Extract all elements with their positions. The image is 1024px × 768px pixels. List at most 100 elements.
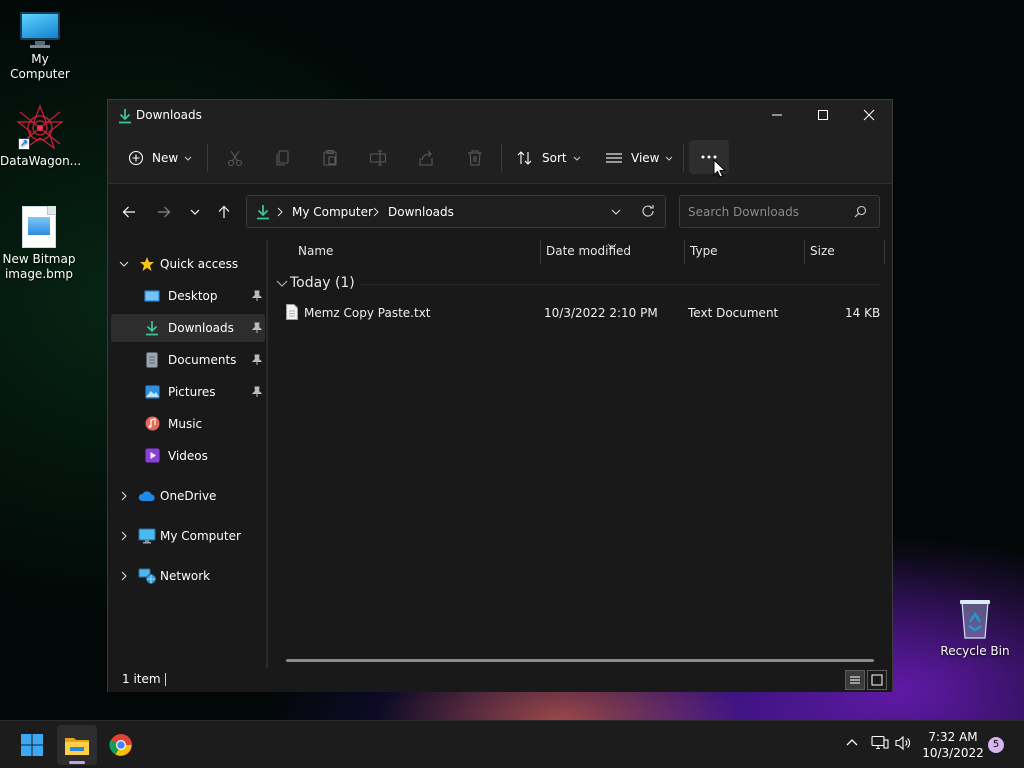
column-separator[interactable] bbox=[684, 240, 685, 264]
desktop-icon-recycle-bin[interactable]: Recycle Bin bbox=[935, 598, 1015, 659]
taskbar: 7:32 AM 10/3/2022 5 bbox=[0, 720, 1024, 768]
sort-button-label: Sort bbox=[542, 151, 567, 165]
sidebar-item-desktop[interactable]: Desktop bbox=[111, 282, 265, 310]
desktop-folder-icon bbox=[144, 289, 160, 306]
status-divider bbox=[165, 673, 166, 686]
chevron-down-icon bbox=[190, 209, 200, 215]
desktop-icon-datawagon[interactable]: ↗ DataWagon... bbox=[0, 104, 81, 169]
cut-button[interactable] bbox=[226, 142, 244, 174]
close-button[interactable] bbox=[846, 100, 892, 130]
clock[interactable]: 7:32 AM 10/3/2022 bbox=[918, 729, 988, 761]
network-status-button[interactable] bbox=[871, 735, 889, 754]
file-size: 14 KB bbox=[845, 306, 881, 320]
sidebar-item-quick-access[interactable]: Quick access bbox=[111, 250, 265, 278]
sort-button[interactable]: Sort bbox=[516, 142, 582, 174]
column-header-name[interactable]: Name bbox=[298, 244, 333, 268]
show-hidden-icons-button[interactable] bbox=[845, 735, 859, 752]
pin-icon bbox=[251, 386, 263, 401]
sidebar-item-onedrive[interactable]: OneDrive bbox=[111, 482, 265, 510]
window-title: Downloads bbox=[136, 108, 202, 122]
breadcrumb-my-computer[interactable]: My Computer bbox=[292, 205, 373, 219]
delete-button[interactable] bbox=[466, 142, 484, 174]
column-header-type[interactable]: Type bbox=[690, 244, 718, 268]
horizontal-scrollbar[interactable] bbox=[286, 659, 874, 662]
group-divider bbox=[360, 284, 880, 285]
volume-button[interactable] bbox=[895, 735, 913, 754]
toolbar-divider bbox=[683, 144, 684, 172]
navigation-pane: Quick access Desktop Downloads Documents… bbox=[108, 238, 266, 660]
taskbar-chrome[interactable] bbox=[101, 725, 141, 765]
sidebar-item-label: Pictures bbox=[168, 385, 216, 399]
column-separator[interactable] bbox=[884, 240, 885, 264]
desktop-icon-new-bitmap[interactable]: New Bitmap image.bmp bbox=[0, 206, 79, 282]
column-separator[interactable] bbox=[540, 240, 541, 264]
breadcrumb-downloads[interactable]: Downloads bbox=[388, 205, 454, 219]
videos-icon bbox=[145, 448, 160, 466]
file-explorer-icon bbox=[65, 738, 89, 755]
downloads-icon bbox=[256, 204, 270, 223]
address-bar[interactable]: My Computer Downloads bbox=[246, 195, 666, 228]
new-button[interactable]: New bbox=[128, 142, 193, 174]
refresh-button[interactable] bbox=[641, 204, 655, 221]
sidebar-item-music[interactable]: Music bbox=[111, 410, 265, 438]
file-list: Name Date modified Type Size Today (1) M… bbox=[268, 238, 892, 666]
pin-icon bbox=[251, 354, 263, 369]
maximize-icon bbox=[818, 110, 828, 120]
copy-button[interactable] bbox=[274, 142, 292, 174]
details-view-button[interactable] bbox=[845, 670, 865, 690]
maximize-button[interactable] bbox=[800, 100, 846, 130]
rename-button[interactable] bbox=[369, 142, 387, 174]
breadcrumb-chevron-icon bbox=[372, 206, 380, 220]
minimize-button[interactable] bbox=[754, 100, 800, 130]
recent-locations-button[interactable] bbox=[180, 197, 210, 227]
downloads-icon bbox=[145, 320, 159, 339]
notification-badge[interactable]: 5 bbox=[988, 737, 1004, 753]
taskbar-file-explorer[interactable] bbox=[57, 725, 97, 765]
sidebar-item-label: Music bbox=[168, 417, 203, 431]
star-icon bbox=[139, 256, 155, 275]
text-file-icon bbox=[286, 304, 298, 323]
sidebar-item-label: Documents bbox=[168, 353, 237, 367]
view-list-icon bbox=[606, 153, 622, 163]
address-history-button[interactable] bbox=[610, 206, 622, 221]
bitmap-file-icon bbox=[22, 206, 56, 248]
chevron-right-icon bbox=[119, 530, 129, 544]
monitor-icon bbox=[138, 528, 156, 547]
column-header-size[interactable]: Size bbox=[810, 244, 835, 268]
downloads-icon bbox=[118, 108, 132, 127]
sidebar-item-pictures[interactable]: Pictures bbox=[111, 378, 265, 406]
title-bar[interactable]: Downloads bbox=[108, 100, 892, 132]
view-button-label: View bbox=[631, 151, 660, 165]
active-indicator bbox=[69, 761, 85, 764]
start-button[interactable] bbox=[12, 725, 52, 765]
sidebar-item-documents[interactable]: Documents bbox=[111, 346, 265, 374]
column-header-date-modified[interactable]: Date modified bbox=[546, 244, 631, 268]
sidebar-item-label: Videos bbox=[168, 449, 208, 463]
pictures-icon bbox=[145, 385, 160, 402]
forward-button[interactable] bbox=[149, 197, 179, 227]
column-separator[interactable] bbox=[804, 240, 805, 264]
sidebar-item-label: Desktop bbox=[168, 289, 218, 303]
chevron-down-icon bbox=[119, 258, 129, 272]
back-button[interactable] bbox=[114, 197, 144, 227]
file-explorer-window: Downloads New Sort View My Computer Down… bbox=[107, 99, 893, 692]
sidebar-item-downloads[interactable]: Downloads bbox=[111, 314, 265, 342]
desktop-icon-label: New Bitmap image.bmp bbox=[2, 252, 76, 281]
desktop-icon-my-computer[interactable]: My Computer bbox=[0, 10, 80, 82]
sidebar-item-network[interactable]: Network bbox=[111, 562, 265, 590]
sidebar-item-label: Quick access bbox=[160, 257, 239, 271]
navigation-bar: My Computer Downloads Search Downloads bbox=[108, 185, 892, 237]
datawagon-icon: ↗ bbox=[16, 104, 64, 150]
sidebar-item-videos[interactable]: Videos bbox=[111, 442, 265, 470]
search-input[interactable]: Search Downloads bbox=[679, 195, 880, 228]
paste-button[interactable] bbox=[321, 142, 339, 174]
sidebar-item-my-computer[interactable]: My Computer bbox=[111, 522, 265, 550]
table-row[interactable]: Memz Copy Paste.txt 10/3/2022 2:10 PM Te… bbox=[278, 301, 886, 325]
chevron-up-icon bbox=[846, 739, 858, 746]
view-button[interactable]: View bbox=[605, 142, 674, 174]
chrome-icon bbox=[109, 734, 132, 756]
large-icons-view-button[interactable] bbox=[867, 670, 887, 690]
up-button[interactable] bbox=[209, 197, 239, 227]
network-status-icon bbox=[871, 735, 889, 750]
share-button[interactable] bbox=[417, 142, 435, 174]
